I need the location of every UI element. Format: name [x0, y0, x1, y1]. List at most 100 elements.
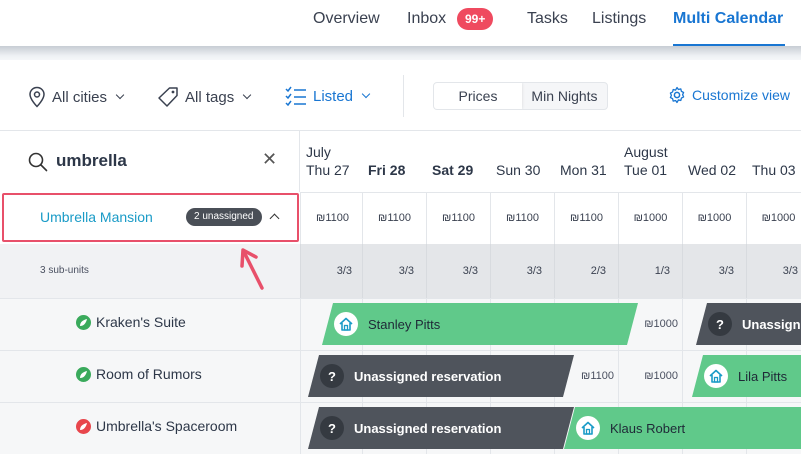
calendar-cell[interactable]: ₪1000: [618, 350, 682, 402]
reservation-bar[interactable]: ? Unassigned reservation: [308, 407, 574, 449]
day-column: Mon 31 ₪1100 2/3 ₪1100: [554, 131, 618, 455]
reservation-bar[interactable]: Lila Pitts: [692, 355, 801, 397]
day-header: Fri 28: [362, 131, 426, 192]
subunits-count: 3 sub-units: [40, 265, 89, 276]
month-label: August: [624, 144, 668, 160]
nav-listings[interactable]: Listings: [592, 10, 646, 28]
reservation-bar[interactable]: ? Unassigned reservation: [308, 355, 574, 397]
day-header: July Thu 27: [300, 131, 364, 192]
reservation-bar[interactable]: ? Unassigned reservation: [696, 303, 801, 345]
top-navigation: Overview Inbox 99+ Tasks Listings Multi …: [0, 0, 801, 46]
leaf-status-icon: [76, 315, 91, 330]
leaf-status-icon: [76, 419, 91, 434]
price-cell[interactable]: ₪1000: [618, 192, 682, 244]
guest-name: Lila Pitts: [738, 368, 788, 384]
nav-inbox[interactable]: Inbox: [407, 10, 446, 28]
price-cell[interactable]: ₪1100: [554, 192, 618, 244]
close-icon[interactable]: ✕: [262, 149, 277, 170]
day-header: Sun 30: [490, 131, 554, 192]
day-header: Thu 03: [746, 131, 801, 192]
availability-cell: 3/3: [362, 244, 426, 298]
day-header: Mon 31: [554, 131, 618, 192]
unit-name: Room of Rumors: [96, 366, 202, 382]
gear-icon: [669, 86, 685, 104]
guest-name: Klaus Robert: [610, 420, 686, 436]
leaf-status-icon: [76, 367, 91, 382]
day-column: Thu 03 ₪1000 3/3: [746, 131, 801, 455]
day-label: Sat 29: [432, 162, 474, 178]
listed-filter[interactable]: Listed: [285, 86, 371, 106]
day-column: August Tue 01 ₪1000 1/3 ₪1000 ₪1000: [618, 131, 682, 455]
price-cell[interactable]: ₪1000: [682, 192, 746, 244]
search-icon: [28, 152, 48, 172]
search-input[interactable]: umbrella: [56, 151, 127, 171]
unit-row-spaceroom[interactable]: Umbrella's Spaceroom: [0, 402, 300, 454]
day-column: Sun 30 ₪1100 3/3: [490, 131, 554, 455]
cities-filter-label: All cities: [52, 88, 108, 106]
day-label: Thu 03: [752, 162, 796, 178]
price-cell[interactable]: ₪1100: [362, 192, 426, 244]
nav-multi-calendar[interactable]: Multi Calendar: [673, 10, 783, 28]
nav-overview[interactable]: Overview: [313, 10, 380, 28]
price-cell[interactable]: ₪1100: [490, 192, 554, 244]
checklist-icon: [285, 86, 306, 106]
day-label: Wed 02: [688, 162, 736, 178]
availability-cell: 3/3: [300, 244, 364, 298]
reservation-bar[interactable]: Stanley Pitts: [322, 303, 638, 345]
day-header: Sat 29: [426, 131, 490, 192]
question-icon: ?: [320, 416, 344, 440]
cities-filter[interactable]: All cities: [28, 86, 125, 108]
nav-tasks[interactable]: Tasks: [527, 10, 568, 28]
chevron-down-icon: [242, 90, 252, 100]
divider: [403, 75, 404, 117]
toggle-min-nights[interactable]: Min Nights: [522, 83, 607, 109]
listing-name-link[interactable]: Umbrella Mansion: [40, 209, 153, 225]
listed-filter-label: Listed: [313, 87, 354, 105]
guest-name: Unassigned reservation: [354, 420, 502, 436]
day-column: Sat 29 ₪1100 3/3: [426, 131, 490, 455]
location-pin-icon: [29, 86, 45, 108]
availability-cell: 3/3: [746, 244, 801, 298]
day-label: Fri 28: [368, 162, 406, 178]
tags-filter[interactable]: All tags: [157, 86, 252, 108]
listing-search: umbrella ✕: [0, 131, 300, 192]
availability-cell: 3/3: [682, 244, 746, 298]
day-column: July Thu 27 ₪1100 3/3: [300, 131, 364, 455]
annotation-arrow: [240, 248, 264, 290]
tag-icon: [158, 87, 178, 107]
day-header: Wed 02: [682, 131, 746, 192]
unassigned-badge: 2 unassigned: [186, 208, 262, 226]
home-icon: [704, 364, 728, 388]
day-header: August Tue 01: [618, 131, 682, 192]
toggle-prices[interactable]: Prices: [434, 83, 522, 109]
prices-min-nights-toggle: Prices Min Nights: [433, 82, 608, 110]
unit-row-rumors[interactable]: Room of Rumors: [0, 350, 300, 402]
home-icon: [334, 312, 358, 336]
month-label: July: [306, 144, 331, 160]
filter-bar: All cities All tags Listed Prices Min Ni…: [0, 60, 801, 131]
day-label: Tue 01: [624, 162, 668, 178]
header-shadow: [0, 46, 801, 60]
price-cell[interactable]: ₪1100: [426, 192, 490, 244]
unit-name: Kraken's Suite: [96, 314, 186, 330]
guest-name: Unassigned reservation: [354, 368, 502, 384]
tags-filter-label: All tags: [185, 88, 235, 106]
unit-row-kraken[interactable]: Kraken's Suite: [0, 298, 300, 350]
reservation-bar[interactable]: Klaus Robert: [564, 407, 801, 449]
question-icon: ?: [708, 312, 732, 336]
inbox-count-badge: 99+: [457, 8, 494, 30]
customize-view-label: Customize view: [692, 87, 791, 103]
day-column: Fri 28 ₪1100 3/3: [362, 131, 426, 455]
calendar-grid: July Thu 27 ₪1100 3/3 Fri 28 ₪1100 3/3 S…: [300, 131, 801, 455]
guest-name: Stanley Pitts: [368, 316, 441, 332]
day-label: Mon 31: [560, 162, 607, 178]
price-cell[interactable]: ₪1000: [746, 192, 801, 244]
price-cell[interactable]: ₪1100: [300, 192, 364, 244]
chevron-down-icon: [361, 89, 371, 99]
day-label: Thu 27: [306, 162, 350, 178]
availability-cell: 1/3: [618, 244, 682, 298]
question-icon: ?: [320, 364, 344, 388]
home-icon: [576, 416, 600, 440]
availability-cell: 3/3: [490, 244, 554, 298]
customize-view-button[interactable]: Customize view: [668, 86, 790, 104]
